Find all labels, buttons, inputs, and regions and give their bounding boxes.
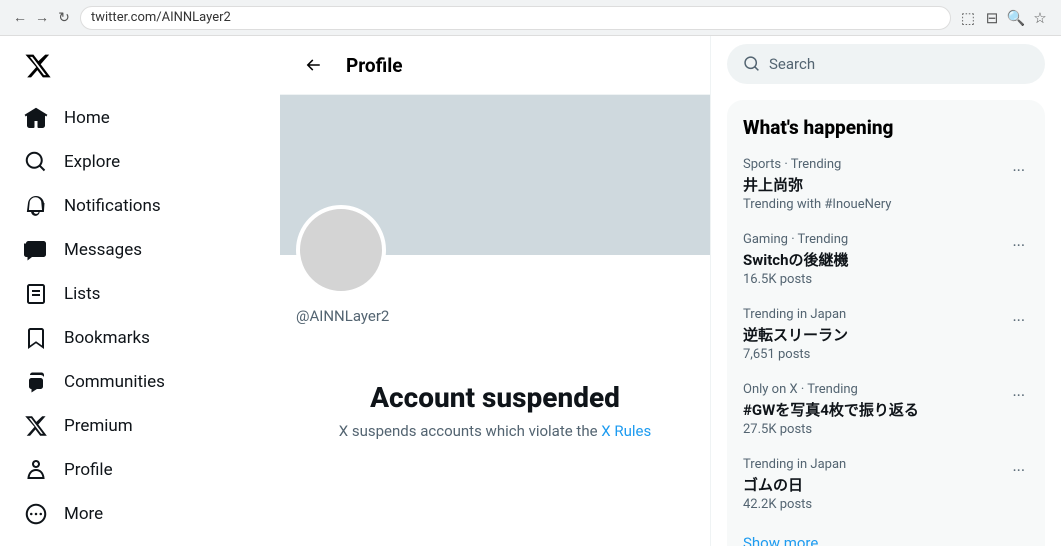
trending-item[interactable]: Gaming · Trending Switchの後継機 16.5K posts… [727,222,1045,297]
trending-more-dots[interactable]: ··· [1008,382,1029,409]
trending-meta: Gaming · Trending [743,232,849,247]
sidebar-item-lists[interactable]: Lists [12,272,268,316]
suspended-title: Account suspended [296,381,694,414]
trending-meta: Only on X · Trending [743,382,919,397]
profile-label: Profile [64,460,113,480]
trending-more-dots[interactable]: ··· [1008,307,1029,334]
avatar [296,205,386,295]
trending-count: 7,651 posts [743,347,848,362]
search-web-icon[interactable]: 🔍 [1007,9,1025,27]
communities-icon [24,370,48,394]
bookmarks-icon [24,326,48,350]
trending-name: ゴムの日 [743,474,846,495]
notifications-icon [24,194,48,218]
trending-meta: Trending in Japan [743,307,848,322]
more-icon [24,502,48,526]
avatar-area [280,205,710,295]
home-label: Home [64,108,110,128]
suspended-area: Account suspended X suspends accounts wh… [280,341,710,480]
suspended-desc-prefix: X suspends accounts which violate the [339,422,602,440]
trending-meta: Sports · Trending [743,157,891,172]
sidebar: Home Explore Notifications Messages List [0,36,280,546]
trending-box: What's happening Sports · Trending 井上尚弥 … [727,100,1045,546]
trending-count: 16.5K posts [743,272,849,287]
messages-label: Messages [64,240,142,260]
suspended-description: X suspends accounts which violate the X … [296,422,694,440]
messages-icon [24,238,48,262]
browser-url-bar[interactable]: twitter.com/AINNLayer2 [80,6,951,30]
explore-label: Explore [64,152,120,172]
trending-name: #GWを写真4枚で振り返る [743,399,919,420]
trending-count: 42.2K posts [743,497,846,512]
trending-item[interactable]: Only on X · Trending #GWを写真4枚で振り返る 27.5K… [727,372,1045,447]
home-icon [24,106,48,130]
trending-sub: Trending with #InoueNery [743,197,891,212]
lists-label: Lists [64,284,100,304]
trending-more-dots[interactable]: ··· [1008,232,1029,259]
trending-name: 逆転スリーラン [743,324,848,345]
translate-icon[interactable]: ⊟ [983,9,1001,27]
sidebar-item-more[interactable]: More [12,492,268,536]
search-placeholder: Search [769,55,815,73]
notifications-label: Notifications [64,196,161,216]
show-more-button[interactable]: Show more [727,522,1045,546]
trending-name: 井上尚弥 [743,174,891,195]
browser-refresh-btn[interactable]: ↻ [56,10,72,26]
trending-more-dots[interactable]: ··· [1008,157,1029,184]
x-rules-link[interactable]: X Rules [601,422,651,440]
main-content: Profile @AINNLayer2 Account suspended X … [280,36,711,546]
sidebar-item-bookmarks[interactable]: Bookmarks [12,316,268,360]
search-icon [743,55,761,73]
browser-forward-btn[interactable]: → [34,10,50,26]
sidebar-item-premium[interactable]: Premium [12,404,268,448]
sidebar-item-notifications[interactable]: Notifications [12,184,268,228]
sidebar-item-home[interactable]: Home [12,96,268,140]
cast-icon[interactable]: ⬚ [959,9,977,27]
bookmark-star-icon[interactable]: ☆ [1031,9,1049,27]
trending-item[interactable]: Trending in Japan 逆転スリーラン 7,651 posts ··… [727,297,1045,372]
sidebar-item-profile[interactable]: Profile [12,448,268,492]
premium-icon [24,414,48,438]
lists-icon [24,282,48,306]
back-button[interactable] [296,48,330,82]
profile-icon [24,458,48,482]
profile-header-bar: Profile [280,36,710,95]
x-logo[interactable] [12,44,268,92]
trending-item[interactable]: Trending in Japan ゴムの日 42.2K posts ··· [727,447,1045,522]
app-container: Home Explore Notifications Messages List [0,36,1061,546]
trending-meta: Trending in Japan [743,457,846,472]
sidebar-item-messages[interactable]: Messages [12,228,268,272]
username-display: @AINNLayer2 [280,303,710,341]
trending-name: Switchの後継機 [743,249,849,270]
url-text: twitter.com/AINNLayer2 [91,10,231,25]
browser-chrome: ← → ↻ twitter.com/AINNLayer2 ⬚ ⊟ 🔍 ☆ [0,0,1061,36]
explore-icon [24,150,48,174]
sidebar-item-communities[interactable]: Communities [12,360,268,404]
trending-count: 27.5K posts [743,422,919,437]
browser-back-btn[interactable]: ← [12,10,28,26]
whats-happening-title: What's happening [727,112,1045,147]
trending-item[interactable]: Sports · Trending 井上尚弥 Trending with #In… [727,147,1045,222]
communities-label: Communities [64,372,165,392]
sidebar-item-explore[interactable]: Explore [12,140,268,184]
bookmarks-label: Bookmarks [64,328,150,348]
trending-more-dots[interactable]: ··· [1008,457,1029,484]
premium-label: Premium [64,416,133,436]
profile-header-title: Profile [346,54,403,77]
more-label: More [64,504,103,524]
search-box[interactable]: Search [727,44,1045,84]
right-sidebar: Search What's happening Sports · Trendin… [711,36,1061,546]
